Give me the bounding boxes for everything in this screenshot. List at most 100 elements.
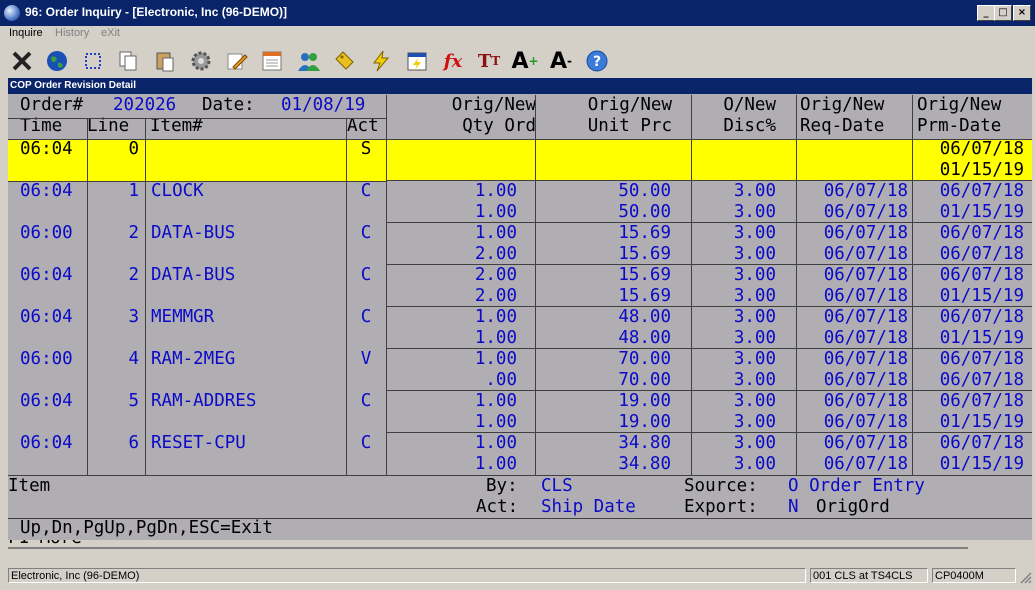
status-program: CP0400M bbox=[932, 568, 1016, 583]
calendar-run-icon[interactable] bbox=[402, 47, 432, 75]
cell-prc2: 48.00 bbox=[618, 328, 671, 348]
resize-grip-icon[interactable] bbox=[1018, 570, 1032, 584]
cell-prc1: 19.00 bbox=[618, 391, 671, 411]
cell-prc2: 19.00 bbox=[618, 412, 671, 432]
menu-inquire[interactable]: Inquire bbox=[9, 27, 43, 39]
cell-prm1: 06/07/18 bbox=[939, 307, 1024, 327]
source-label: Source: bbox=[684, 476, 758, 496]
cell-disc2: 3.00 bbox=[733, 412, 776, 432]
close-button[interactable]: × bbox=[1013, 5, 1031, 21]
tags-icon[interactable] bbox=[330, 47, 360, 75]
background-window-text: F1-More bbox=[8, 540, 82, 547]
cell-act: C bbox=[360, 391, 372, 411]
col-prc-bottom: Unit Prc bbox=[587, 116, 672, 136]
cell-act: C bbox=[360, 181, 372, 201]
order-revision-panel: COP Order Revision Detail Order# 202026 … bbox=[8, 78, 1032, 540]
select-box-icon[interactable] bbox=[78, 47, 108, 75]
cell-prm1: 06/07/18 bbox=[939, 349, 1024, 369]
table-row[interactable]: 06:00 2 DATA-BUS C 1.00 2.00 15.69 15.69 3.00 3.0… bbox=[8, 222, 1032, 265]
cell-disc1: 3.00 bbox=[733, 181, 776, 201]
cell-time: 06:00 bbox=[20, 349, 73, 369]
copy-icon[interactable] bbox=[113, 47, 143, 75]
cell-prc2: 15.69 bbox=[618, 244, 671, 264]
act-value: Ship Date bbox=[541, 497, 636, 517]
cell-act: C bbox=[360, 307, 372, 327]
col-item: Item# bbox=[150, 116, 203, 136]
col-prc-top: Orig/New bbox=[587, 95, 672, 115]
menu-exit[interactable]: eXit bbox=[101, 27, 120, 39]
table-row[interactable]: 06:04 3 MEMMGR C 1.00 1.00 48.00 48.00 3.00 3.00 0… bbox=[8, 306, 1032, 349]
table-row[interactable]: 06:04 5 RAM-ADDRES C 1.00 1.00 19.00 19.00 3.00 3… bbox=[8, 390, 1032, 433]
fx-icon[interactable]: fx bbox=[438, 47, 468, 75]
minimize-button[interactable]: _ bbox=[977, 5, 995, 21]
cell-act: C bbox=[360, 433, 372, 453]
cell-qty1: 1.00 bbox=[474, 307, 517, 327]
paste-icon[interactable] bbox=[150, 47, 180, 75]
cell-time: 06:04 bbox=[20, 433, 73, 453]
lightning-icon[interactable] bbox=[366, 47, 396, 75]
cell-prm2: 06/07/18 bbox=[939, 370, 1024, 390]
footer-item-label: Item bbox=[8, 476, 51, 496]
cell-item: MEMMGR bbox=[151, 307, 215, 327]
cell-line: 3 bbox=[128, 307, 139, 327]
cell-req1: 06/07/18 bbox=[823, 391, 908, 411]
key-help: Up,Dn,PgUp,PgDn,ESC=Exit bbox=[20, 518, 273, 538]
source-value: O Order Entry bbox=[788, 476, 925, 496]
help-icon[interactable]: ? bbox=[582, 47, 612, 75]
cell-prm2: 06/07/18 bbox=[939, 244, 1024, 264]
cell-disc1: 3.00 bbox=[733, 349, 776, 369]
by-value: CLS bbox=[541, 476, 573, 496]
font-decrease-icon[interactable]: A- bbox=[546, 47, 576, 75]
cell-qty1: 2.00 bbox=[474, 265, 517, 285]
cell-time: 06:04 bbox=[20, 307, 73, 327]
table-row-selected[interactable]: 06:04 0 S 06/07/18 01/15/19 bbox=[8, 139, 1032, 181]
cell-qty2: 1.00 bbox=[474, 412, 517, 432]
cell-prm1: 06/07/18 bbox=[939, 223, 1024, 243]
date-label: Date: bbox=[202, 95, 255, 115]
cell-disc2: 3.00 bbox=[733, 202, 776, 222]
cell-req1: 06/07/18 bbox=[823, 307, 908, 327]
maximize-button[interactable]: □ bbox=[994, 5, 1012, 21]
cell-item: DATA-BUS bbox=[151, 265, 236, 285]
cell-item: RAM-2MEG bbox=[151, 349, 236, 369]
cell-line: 1 bbox=[128, 181, 139, 201]
edit-pencil-icon[interactable] bbox=[222, 47, 252, 75]
cell-line: 5 bbox=[128, 391, 139, 411]
cell-act: V bbox=[360, 349, 372, 369]
font-increase-icon[interactable]: A + bbox=[510, 47, 540, 75]
cell-prm1: 06/07/18 bbox=[939, 391, 1024, 411]
toolbar: fx TT A + A- ? bbox=[0, 44, 1035, 77]
globe-icon[interactable] bbox=[42, 47, 72, 75]
panel-title: COP Order Revision Detail bbox=[8, 78, 1032, 94]
cell-disc2: 3.00 bbox=[733, 454, 776, 474]
cell-req2: 06/07/18 bbox=[823, 286, 908, 306]
cell-line: 2 bbox=[128, 265, 139, 285]
menu-history[interactable]: History bbox=[55, 27, 89, 39]
window-title-bar: 96: Order Inquiry - [Electronic, Inc (96… bbox=[0, 0, 1035, 26]
users-icon[interactable] bbox=[294, 47, 324, 75]
col-prm-top: Orig/New bbox=[917, 95, 1002, 115]
table-row[interactable]: 06:04 6 RESET-CPU C 1.00 1.00 34.80 34.80 3.00 3.… bbox=[8, 432, 1032, 475]
cell-qty2: 2.00 bbox=[474, 286, 517, 306]
cell-line: 4 bbox=[128, 349, 139, 369]
table-row[interactable]: 06:04 1 CLOCK C 1.00 1.00 50.00 50.00 3.00 3.00 06… bbox=[8, 180, 1032, 223]
cell-req1: 06/07/18 bbox=[823, 433, 908, 453]
table-row[interactable]: 06:00 4 RAM-2MEG V 1.00.00 70.00 70.00 3.00 3.00… bbox=[8, 348, 1032, 391]
col-disc-top: O/New bbox=[723, 95, 776, 115]
close-x-icon[interactable] bbox=[7, 47, 37, 75]
cell-prc1: 70.00 bbox=[618, 349, 671, 369]
notepad-icon[interactable] bbox=[257, 47, 287, 75]
col-qty-bottom: Qty Ord bbox=[462, 116, 536, 136]
cell-item: DATA-BUS bbox=[151, 223, 236, 243]
table-row[interactable]: 06:04 2 DATA-BUS C 2.00 2.00 15.69 15.69 3.00 3.0… bbox=[8, 264, 1032, 307]
svg-text:?: ? bbox=[593, 54, 601, 70]
cell-prm1: 06/07/18 bbox=[939, 139, 1024, 159]
settings-gear-icon[interactable] bbox=[186, 47, 216, 75]
cell-disc1: 3.00 bbox=[733, 391, 776, 411]
text-size-icon[interactable]: TT bbox=[474, 47, 504, 75]
cell-req1: 06/07/18 bbox=[823, 223, 908, 243]
cell-disc2: 3.00 bbox=[733, 370, 776, 390]
cell-prm2: 01/15/19 bbox=[939, 412, 1024, 432]
cell-disc1: 3.00 bbox=[733, 223, 776, 243]
cell-qty1: 1.00 bbox=[474, 223, 517, 243]
